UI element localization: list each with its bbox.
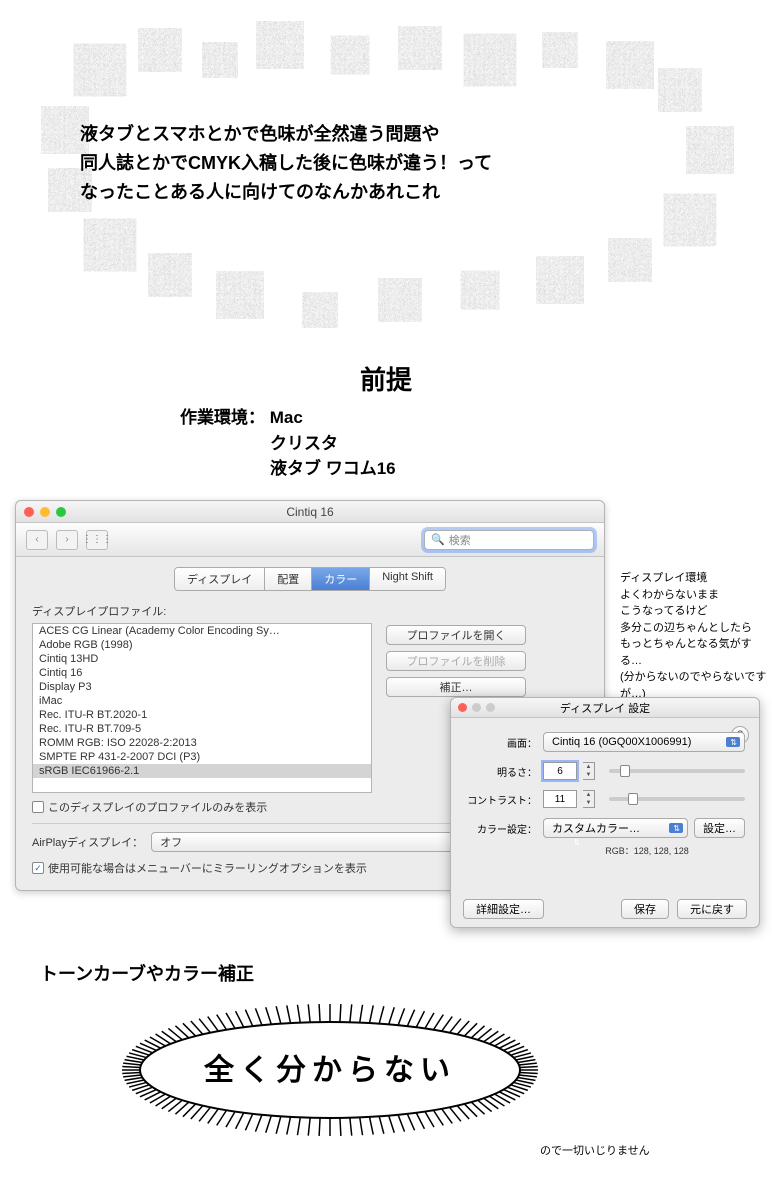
env-item: Mac	[270, 408, 303, 427]
list-item[interactable]: Adobe RGB (1998)	[33, 638, 371, 652]
env-label: 作業環境：	[180, 408, 265, 427]
note-line: こうなってるけど	[620, 603, 770, 620]
list-item[interactable]: ACES CG Linear (Academy Color Encoding S…	[33, 624, 371, 638]
search-placeholder: 検索	[449, 532, 471, 548]
list-item[interactable]: Rec. ITU-R BT.709-5	[33, 722, 371, 736]
display-settings-dialog: ディスプレイ 設定 ? 画面： Cintiq 16 (0GQ00X1006991…	[450, 697, 760, 928]
note-line: もっとちゃんとなる気がする…	[620, 636, 770, 669]
tiny-note: ので一切いじりません	[540, 1142, 650, 1158]
tone-curve-heading: トーンカーブやカラー補正	[40, 960, 254, 986]
list-item[interactable]: iMac	[33, 694, 371, 708]
intro-line: 液タブとスマホとかで色味が全然違う問題や	[80, 120, 692, 149]
tab-arrangement[interactable]: 配置	[265, 568, 312, 590]
chevron-updown-icon: ⇅	[730, 738, 737, 747]
window-title: Cintiq 16	[16, 505, 604, 519]
search-input[interactable]: 🔍 検索	[424, 530, 594, 550]
mirror-checkbox[interactable]: ✓	[32, 862, 44, 874]
calibrate-button[interactable]: 補正…	[386, 677, 526, 697]
list-item[interactable]: ROMM RGB: ISO 22028-2:2013	[33, 736, 371, 750]
list-item[interactable]: Cintiq 16	[33, 666, 371, 680]
save-button[interactable]: 保存	[621, 899, 669, 919]
note-line: ディスプレイ環境	[620, 570, 770, 587]
brightness-label: 明るさ：	[465, 764, 537, 779]
color-setting-select[interactable]: カスタムカラー… ⇅	[543, 818, 688, 838]
detail-settings-button[interactable]: 詳細設定…	[463, 899, 544, 919]
contrast-stepper[interactable]: ▲▼	[583, 790, 595, 808]
list-item[interactable]: Rec. ITU-R BT.2020-1	[33, 708, 371, 722]
revert-button[interactable]: 元に戻す	[677, 899, 747, 919]
chevron-updown-icon: ⇅	[573, 838, 580, 847]
env-item: クリスタ	[270, 431, 396, 457]
intro-text: 液タブとスマホとかで色味が全然違う問題や 同人誌とかでCMYK入稿した後に色味が…	[80, 120, 692, 206]
contrast-slider[interactable]	[609, 797, 745, 801]
section-heading-premise: 前提	[0, 360, 772, 397]
env-item: 液タブ ワコム16	[270, 456, 396, 482]
delete-profile-button: プロファイルを削除	[386, 651, 526, 671]
select-value: オフ	[160, 834, 182, 850]
open-profile-button[interactable]: プロファイルを開く	[386, 625, 526, 645]
tab-group: ディスプレイ 配置 カラー Night Shift	[174, 567, 446, 591]
tab-nightshift[interactable]: Night Shift	[370, 568, 445, 590]
screen-select[interactable]: Cintiq 16 (0GQ00X1006991) ⇅	[543, 732, 745, 752]
back-button[interactable]: ‹	[26, 530, 48, 550]
tab-color[interactable]: カラー	[312, 568, 370, 590]
search-icon: 🔍	[431, 533, 445, 546]
contrast-field[interactable]: 11	[543, 790, 577, 808]
select-value: Cintiq 16 (0GQ00X1006991)	[552, 736, 691, 748]
color-settings-button[interactable]: 設定…	[694, 818, 745, 838]
dialog-titlebar[interactable]: ディスプレイ 設定	[451, 698, 759, 718]
screen-label: 画面：	[465, 735, 537, 750]
color-setting-label: カラー設定：	[465, 821, 537, 836]
forward-button[interactable]: ›	[56, 530, 78, 550]
select-value: カスタムカラー…	[552, 820, 640, 836]
intro-line: なったことある人に向けてのなんかあれこれ	[80, 178, 692, 207]
side-note: ディスプレイ環境 よくわからないまま こうなってるけど 多分この辺ちゃんとしたら…	[620, 570, 770, 702]
list-item[interactable]: Cintiq 13HD	[33, 652, 371, 666]
list-item[interactable]: sRGB IEC61966-2.1	[33, 764, 371, 778]
profile-label: ディスプレイプロファイル:	[32, 603, 588, 619]
tab-display[interactable]: ディスプレイ	[175, 568, 265, 590]
intro-line: 同人誌とかでCMYK入稿した後に色味が違う！って	[80, 149, 692, 178]
spiky-text: 全く分からない	[140, 1045, 520, 1089]
dialog-title: ディスプレイ 設定	[451, 700, 759, 716]
list-item[interactable]: SMPTE RP 431-2-2007 DCI (P3)	[33, 750, 371, 764]
list-item[interactable]: Display P3	[33, 680, 371, 694]
chevron-updown-icon: ⇅	[673, 824, 680, 833]
note-line: 多分この辺ちゃんとしたら	[620, 620, 770, 637]
toolbar: ‹ › ⋮⋮⋮ 🔍 検索	[16, 523, 604, 557]
brightness-stepper[interactable]: ▲▼	[583, 762, 595, 780]
show-all-button[interactable]: ⋮⋮⋮	[86, 530, 108, 550]
brightness-field[interactable]: 6	[543, 762, 577, 780]
airplay-label: AirPlayディスプレイ：	[32, 834, 143, 850]
contrast-label: コントラスト：	[465, 792, 537, 807]
note-line: よくわからないまま	[620, 587, 770, 604]
brightness-slider[interactable]	[609, 769, 745, 773]
profile-list[interactable]: ACES CG Linear (Academy Color Encoding S…	[32, 623, 372, 793]
checkbox-label: このディスプレイのプロファイルのみを表示	[48, 799, 267, 815]
window-titlebar[interactable]: Cintiq 16	[16, 501, 604, 523]
only-this-display-checkbox[interactable]	[32, 801, 44, 813]
environment-block: 作業環境： Mac クリスタ 液タブ ワコム16	[180, 405, 396, 482]
checkbox-label: 使用可能な場合はメニューバーにミラーリングオプションを表示	[48, 860, 367, 876]
